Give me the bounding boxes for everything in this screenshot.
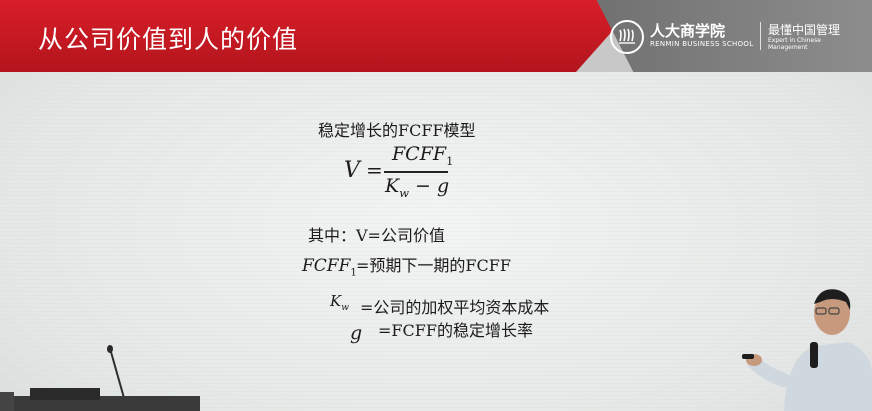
school-logo-icon xyxy=(610,20,644,54)
model-title: 稳定增长的FCFF模型 xyxy=(318,121,476,140)
formula-denominator: Kw − g xyxy=(385,175,449,200)
def2-symbol-sub: w xyxy=(341,303,349,313)
where-line: 其中：V=公司价值 xyxy=(308,226,445,245)
speaker-person xyxy=(742,289,872,411)
formula-lhs: V xyxy=(344,158,360,183)
school-name-en: RENMIN BUSINESS SCHOOL xyxy=(650,40,754,48)
formula-numerator-sub: 1 xyxy=(446,153,454,168)
school-name: 人大商学院 xyxy=(650,22,726,40)
def3-text: =FCFF的稳定增长率 xyxy=(378,321,533,340)
formula-numerator: FCFF1 xyxy=(392,143,453,168)
slide-header-banner: 从公司价值到人的价值 人大商学院 RENMIN BUSINESS SCHOOL … xyxy=(0,0,872,72)
slide-title: 从公司价值到人的价值 xyxy=(38,25,299,54)
def2-symbol: Kw xyxy=(330,292,349,313)
formula-equals: = xyxy=(366,158,383,182)
def1-symbol: FCFF1 xyxy=(302,256,357,278)
formula-denominator-k-sub: w xyxy=(399,185,409,200)
header-divider xyxy=(760,22,761,50)
slogan-en: Expert in Chinese Management xyxy=(768,37,821,51)
def1-text: =预期下一期的FCFF xyxy=(356,256,511,275)
def2-symbol-main: K xyxy=(330,292,342,310)
formula-denominator-rest: − g xyxy=(408,175,450,197)
def1-symbol-main: FCFF xyxy=(302,256,351,276)
def2-text: =公司的加权平均资本成本 xyxy=(360,298,550,317)
formula-denominator-k: K xyxy=(385,175,400,197)
fraction-bar xyxy=(384,171,448,173)
podium-edge xyxy=(0,388,200,411)
slogan: 最懂中国管理 xyxy=(768,23,841,37)
formula-numerator-symbol: FCFF xyxy=(392,143,447,165)
def3-symbol: g xyxy=(350,322,363,344)
